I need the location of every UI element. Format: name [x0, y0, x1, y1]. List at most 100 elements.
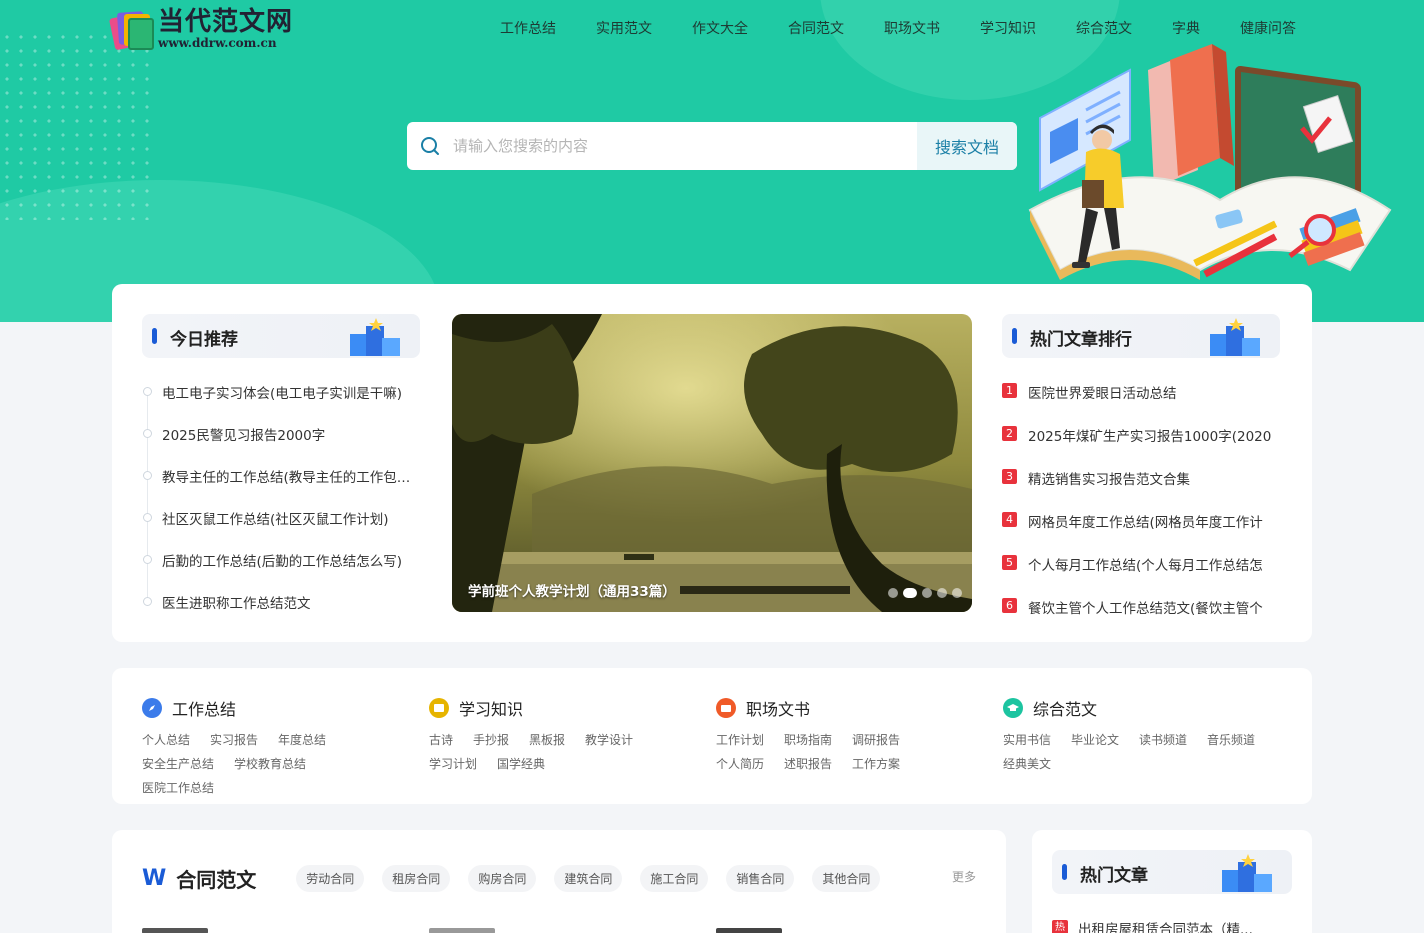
nav-item-workplace[interactable]: 职场文书: [884, 18, 940, 38]
list-item[interactable]: 教导主任的工作总结(教导主任的工作包括哪些): [142, 466, 422, 508]
list-item[interactable]: 3 精选销售实习报告范文合集: [1002, 468, 1282, 511]
category-link[interactable]: 工作方案: [852, 756, 900, 772]
nav-item-practical[interactable]: 实用范文: [596, 18, 652, 38]
category-link[interactable]: 黑板报: [529, 732, 565, 748]
category-card: 工作总结 个人总结 实习报告 年度总结 安全生产总结 学校教育总结 医院工作总结…: [112, 668, 1312, 804]
category-link[interactable]: 述职报告: [784, 756, 832, 772]
category-title[interactable]: 职场文书: [746, 696, 810, 720]
category-link[interactable]: 年度总结: [278, 732, 326, 748]
category-link[interactable]: 学校教育总结: [234, 756, 306, 772]
list-item[interactable]: 热 出租房屋租赁合同范本（精...: [1052, 918, 1253, 933]
carousel-dot[interactable]: [937, 588, 947, 598]
article-title[interactable]: 网格员年度工作总结(网格员年度工作计: [1028, 511, 1263, 531]
image-carousel[interactable]: 学前班个人教学计划（通用33篇）: [452, 314, 972, 612]
article-title[interactable]: 精选销售实习报告范文合集: [1028, 468, 1190, 488]
article-title[interactable]: 2025年煤矿生产实习报告1000字(2020: [1028, 425, 1271, 445]
category-link[interactable]: 国学经典: [497, 756, 545, 772]
contract-tag[interactable]: 建筑合同: [554, 865, 623, 892]
contract-tag[interactable]: 其他合同: [812, 865, 881, 892]
contract-tag[interactable]: 租房合同: [382, 865, 451, 892]
hot-ranking-list: 1 医院世界爱眼日活动总结 2 2025年煤矿生产实习报告1000字(2020 3精…: [1002, 382, 1282, 640]
search-input[interactable]: [453, 122, 917, 170]
list-item[interactable]: 6 餐饮主管个人工作总结范文(餐饮主管个: [1002, 597, 1282, 640]
category-link[interactable]: 读书频道: [1139, 732, 1187, 748]
category-link[interactable]: 实习报告: [210, 732, 258, 748]
article-title[interactable]: 餐饮主管个人工作总结范文(餐饮主管个: [1028, 597, 1263, 617]
category-link[interactable]: 实用书信: [1003, 732, 1051, 748]
article-thumbnail[interactable]: [429, 928, 495, 933]
contract-tag[interactable]: 销售合同: [726, 865, 795, 892]
list-item[interactable]: 1 医院世界爱眼日活动总结: [1002, 382, 1282, 425]
list-item[interactable]: 社区灭鼠工作总结(社区灭鼠工作计划): [142, 508, 422, 550]
cubes-icon: [1222, 854, 1272, 892]
search-button[interactable]: 搜索文档: [917, 122, 1017, 170]
category-title[interactable]: 综合范文: [1033, 696, 1097, 720]
carousel-caption[interactable]: 学前班个人教学计划（通用33篇）: [468, 580, 676, 600]
contracts-section: W 合同范文 劳动合同 租房合同 购房合同 建筑合同 施工合同 销售合同 其他合…: [112, 830, 1006, 933]
category-title[interactable]: 工作总结: [172, 696, 236, 720]
logo-title: 当代范文网: [158, 7, 294, 37]
study-illustration: [1028, 44, 1392, 280]
hero-banner: 当代范文网 www.ddrw.com.cn 工作总结 实用范文 作文大全 合同范…: [0, 0, 1424, 322]
recommend-list: 电工电子实习体会(电工电子实训是干嘛) 2025民警见习报告2000字 教导主任…: [142, 382, 422, 634]
category-link[interactable]: 工作计划: [716, 732, 764, 748]
recommend-header: 今日推荐: [142, 314, 420, 358]
carousel-dot[interactable]: [922, 588, 932, 598]
site-logo[interactable]: 当代范文网 www.ddrw.com.cn: [108, 6, 294, 51]
category-link[interactable]: 个人总结: [142, 732, 190, 748]
carousel-dot[interactable]: [952, 588, 962, 598]
contract-tag[interactable]: 施工合同: [640, 865, 709, 892]
article-title[interactable]: 出租房屋租赁合同范本（精...: [1078, 918, 1253, 933]
article-thumbnail[interactable]: [142, 928, 208, 933]
more-link[interactable]: 更多: [952, 868, 976, 885]
category-link[interactable]: 古诗: [429, 732, 453, 748]
list-item[interactable]: 医生进职称工作总结范文: [142, 592, 422, 634]
category-title[interactable]: 学习知识: [459, 696, 523, 720]
logo-url: www.ddrw.com.cn: [158, 36, 277, 50]
nav-item-work-summary[interactable]: 工作总结: [500, 18, 556, 38]
cubes-icon: [1210, 318, 1260, 356]
list-item[interactable]: 电工电子实习体会(电工电子实训是干嘛): [142, 382, 422, 424]
category-link[interactable]: 医院工作总结: [142, 780, 214, 796]
category-link[interactable]: 经典美文: [1003, 756, 1051, 772]
rank-badge: 2: [1002, 426, 1017, 441]
contract-tag[interactable]: 劳动合同: [296, 865, 365, 892]
list-item[interactable]: 2 2025年煤矿生产实习报告1000字(2020: [1002, 425, 1282, 468]
rank-badge: 5: [1002, 555, 1017, 570]
category-link[interactable]: 手抄报: [473, 732, 509, 748]
hot-flag-icon: 热: [1052, 920, 1068, 933]
contract-tag[interactable]: 购房合同: [468, 865, 537, 892]
hot-ranking-title: 热门文章排行: [1030, 330, 1132, 350]
hot-articles-header: 热门文章: [1052, 850, 1292, 894]
carousel-dot-active[interactable]: [903, 588, 917, 598]
featured-card: 今日推荐 电工电子实习体会(电工电子实训是干嘛) 2025民警见习报告2000字…: [112, 284, 1312, 642]
category-link[interactable]: 教学设计: [585, 732, 633, 748]
list-item[interactable]: 2025民警见习报告2000字: [142, 424, 422, 466]
lake-tree-photo: [452, 314, 972, 612]
hot-articles-title: 热门文章: [1080, 866, 1148, 886]
compass-icon: [142, 698, 162, 718]
graduation-cap-icon: [1003, 698, 1023, 718]
category-link[interactable]: 职场指南: [784, 732, 832, 748]
article-title[interactable]: 个人每月工作总结(个人每月工作总结怎: [1028, 554, 1263, 574]
article-thumbnail[interactable]: [716, 928, 782, 933]
books-icon: [1148, 44, 1234, 188]
list-item[interactable]: 4 网格员年度工作总结(网格员年度工作计: [1002, 511, 1282, 554]
category-link[interactable]: 安全生产总结: [142, 756, 214, 772]
category-link[interactable]: 音乐频道: [1207, 732, 1255, 748]
nav-item-contracts[interactable]: 合同范文: [788, 18, 844, 38]
nav-item-essays[interactable]: 作文大全: [692, 18, 748, 38]
category-link[interactable]: 调研报告: [852, 732, 900, 748]
category-link[interactable]: 学习计划: [429, 756, 477, 772]
article-title[interactable]: 医院世界爱眼日活动总结: [1028, 382, 1177, 402]
carousel-dot[interactable]: [888, 588, 898, 598]
category-link[interactable]: 个人简历: [716, 756, 764, 772]
category-workplace: 职场文书 工作计划 职场指南 调研报告 个人简历 述职报告 工作方案: [716, 696, 986, 772]
logo-books-icon: [108, 6, 154, 51]
title-bar: [1062, 864, 1067, 880]
list-item[interactable]: 5 个人每月工作总结(个人每月工作总结怎: [1002, 554, 1282, 597]
category-general: 综合范文 实用书信 毕业论文 读书频道 音乐频道 经典美文: [1003, 696, 1283, 772]
category-link[interactable]: 毕业论文: [1071, 732, 1119, 748]
list-item[interactable]: 后勤的工作总结(后勤的工作总结怎么写): [142, 550, 422, 592]
rank-badge: 4: [1002, 512, 1017, 527]
